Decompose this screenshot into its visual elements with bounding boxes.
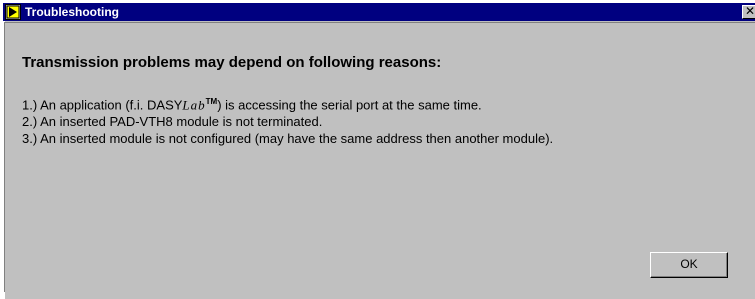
window-title: Troubleshooting: [25, 5, 119, 19]
ok-button[interactable]: OK: [650, 252, 728, 278]
reason-item: 3.) An inserted module is not configured…: [22, 131, 554, 147]
reason-1-suffix: ) is accessing the serial port at the sa…: [217, 97, 482, 113]
dialog-heading: Transmission problems may depend on foll…: [22, 54, 442, 71]
close-icon: ✕: [745, 5, 755, 18]
close-button[interactable]: ✕: [742, 5, 755, 19]
reason-1-lab-text: Lab: [182, 97, 206, 113]
reason-1-prefix: 1.) An application (f.i. DASY: [22, 97, 183, 113]
reason-item: 1.) An application (f.i. DASYLabTM) is a…: [22, 93, 553, 113]
app-icon: [5, 4, 21, 20]
trademark-mark: TM: [205, 97, 218, 106]
title-bar[interactable]: Troubleshooting ✕: [3, 3, 755, 21]
reason-item: 2.) An inserted PAD-VTH8 module is not t…: [22, 114, 323, 130]
reasons-list: 1.) An application (f.i. DASYLabTM) is a…: [22, 93, 553, 147]
